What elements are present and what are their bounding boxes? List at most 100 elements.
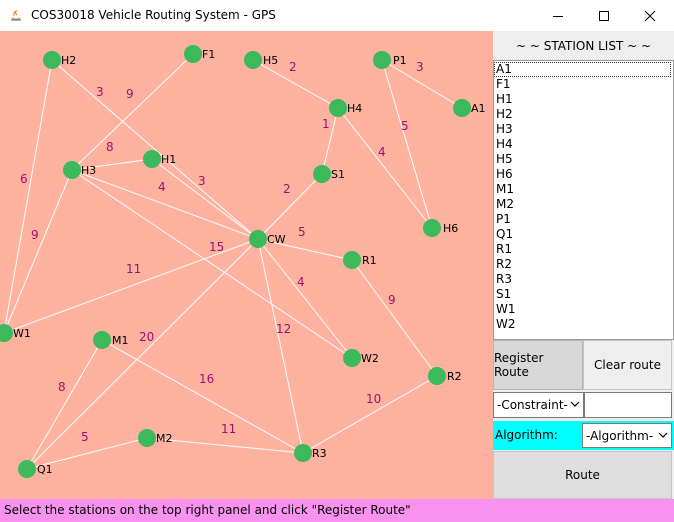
station-node-label: H2 [61, 54, 76, 67]
map-canvas[interactable]: 2 3 5 1 4 3 9 8 4 3 2 5 6 9 15 11 4 9 12 20 8 16 5 11 10 H2 F1 H5 P1… [0, 31, 493, 499]
minimize-button[interactable] [535, 0, 581, 31]
algorithm-select-value: -Algorithm- [586, 428, 654, 443]
station-node-label: W2 [361, 352, 379, 365]
station-list-item[interactable]: M2 [494, 197, 673, 212]
edge-h2-w1 [3, 59, 53, 334]
station-node-label: CW [267, 233, 286, 246]
close-icon [644, 10, 656, 21]
station-list-item[interactable]: H3 [494, 122, 673, 137]
route-graph[interactable]: 2 3 5 1 4 3 9 8 4 3 2 5 6 9 15 11 4 9 12 20 8 16 5 11 10 H2 F1 H5 P1… [0, 31, 493, 499]
edge-weight-label: 3 [96, 85, 104, 99]
station-node-label: W1 [13, 327, 31, 340]
station-node-label: M2 [156, 432, 173, 445]
station-node-w2[interactable] [343, 349, 361, 367]
station-list-item[interactable]: M1 [494, 182, 673, 197]
edge-h3-w2 [71, 169, 353, 359]
maximize-icon [599, 10, 609, 21]
station-node-r2[interactable] [428, 367, 446, 385]
station-node-label: H5 [263, 54, 278, 67]
edge-weight-label: 20 [139, 330, 154, 344]
chevron-down-icon [570, 401, 580, 407]
edge-weight-label: 9 [126, 87, 134, 101]
station-list-item[interactable]: R2 [494, 257, 673, 272]
station-list-header: ~ ~ STATION LIST ~ ~ [515, 38, 652, 53]
algorithm-select[interactable]: -Algorithm- [582, 423, 672, 448]
edge-weight-label: 5 [401, 119, 409, 133]
station-node-s1[interactable] [313, 165, 331, 183]
station-list-item[interactable]: Q1 [494, 227, 673, 242]
station-list-item[interactable]: R3 [494, 272, 673, 287]
station-list-item[interactable]: W2 [494, 317, 673, 332]
minimize-icon [553, 15, 563, 17]
edge-weight-label: 4 [297, 275, 305, 289]
station-list-item[interactable]: R1 [494, 242, 673, 257]
station-list-item[interactable]: H6 [494, 167, 673, 182]
constraint-select[interactable]: -Constraint- [493, 392, 584, 418]
maximize-button[interactable] [581, 0, 627, 31]
edge-h2-cw [51, 59, 259, 240]
edge-weight-label: 12 [276, 322, 291, 336]
station-node-r3[interactable] [294, 444, 312, 462]
edge-weight-label: 3 [416, 60, 424, 74]
station-node-label: M1 [112, 334, 129, 347]
station-node-label: S1 [331, 168, 345, 181]
station-node-f1[interactable] [184, 45, 202, 63]
route-button[interactable]: Route [493, 451, 672, 499]
station-node-m2[interactable] [138, 429, 156, 447]
java-app-icon [11, 9, 21, 21]
edge-weight-label: 5 [81, 430, 89, 444]
station-node-h3[interactable] [63, 161, 81, 179]
edge-m1-q1 [26, 339, 103, 470]
edge-weight-label: 15 [209, 240, 224, 254]
station-list-item[interactable]: F1 [494, 77, 673, 92]
edge-weight-label: 9 [31, 228, 39, 242]
station-panel: ~ ~ STATION LIST ~ ~ A1 F1 H1 H2 H3 H4 H5 H6 M1 M… [493, 31, 674, 499]
edge-weight-label: 8 [106, 140, 114, 154]
station-node-label: R3 [312, 447, 327, 460]
station-list-item[interactable]: W1 [494, 302, 673, 317]
edge-weight-label: 16 [199, 372, 214, 386]
station-list-item[interactable]: H4 [494, 137, 673, 152]
edge-weight-label: 2 [289, 60, 297, 74]
station-node-cw[interactable] [249, 230, 267, 248]
constraint-input[interactable] [584, 392, 672, 418]
station-node-m1[interactable] [93, 331, 111, 349]
algorithm-label: Algorithm: [495, 428, 558, 442]
edge-weight-label: 3 [198, 174, 206, 188]
station-list-item[interactable]: S1 [494, 287, 673, 302]
station-list-item[interactable]: A1 [494, 62, 671, 77]
edge-weight-label: 10 [366, 392, 381, 406]
station-list-item[interactable]: P1 [494, 212, 673, 227]
edge-weight-label: 4 [378, 145, 386, 159]
station-node-h2[interactable] [43, 51, 61, 69]
edge-weight-label: 11 [126, 262, 141, 276]
station-list-item[interactable]: H5 [494, 152, 673, 167]
edge-h3-w1 [3, 169, 73, 334]
station-node-r1[interactable] [343, 251, 361, 269]
station-list[interactable]: A1 F1 H1 H2 H3 H4 H5 H6 M1 M2 P1 Q1 R1 R2 R3 S1 W1 W2 [493, 60, 674, 340]
station-list-item[interactable]: H2 [494, 107, 673, 122]
edge-h1-cw [151, 158, 259, 240]
station-node-h5[interactable] [244, 51, 262, 69]
station-node-q1[interactable] [18, 460, 36, 478]
close-button[interactable] [627, 0, 673, 31]
edge-weight-label: 8 [58, 380, 66, 394]
station-node-label: H6 [443, 222, 458, 235]
station-list-item[interactable]: H1 [494, 92, 673, 107]
station-node-a1[interactable] [453, 99, 471, 117]
edge-h4-h6 [337, 107, 433, 229]
status-bar: Select the stations on the top right pan… [0, 499, 674, 522]
title-bar: COS30018 Vehicle Routing System - GPS [0, 0, 674, 31]
station-node-label: H3 [81, 164, 96, 177]
edge-weight-label: 1 [322, 117, 330, 131]
edge-r3-r2 [302, 375, 438, 454]
station-node-w1[interactable] [0, 324, 13, 342]
edge-weight-label: 2 [283, 182, 291, 196]
station-node-h6[interactable] [423, 219, 441, 237]
station-node-label: A1 [471, 102, 486, 115]
register-route-button[interactable]: Register Route [493, 340, 583, 390]
clear-route-button[interactable]: Clear route [583, 340, 672, 390]
station-node-p1[interactable] [373, 51, 391, 69]
station-node-h4[interactable] [329, 99, 347, 117]
station-node-h1[interactable] [143, 150, 161, 168]
